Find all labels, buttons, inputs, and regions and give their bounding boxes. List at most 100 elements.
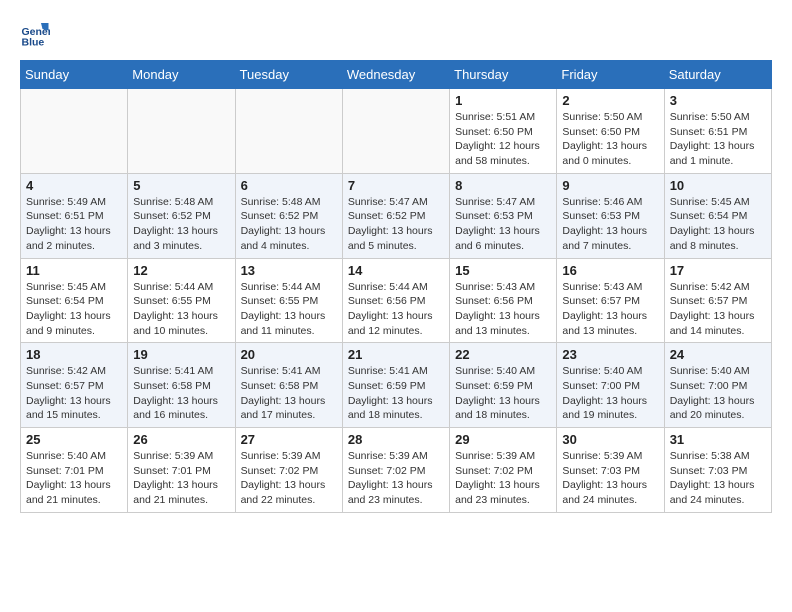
day-number: 4 <box>26 178 122 193</box>
logo-icon: General Blue <box>20 20 50 50</box>
page-header: General Blue <box>20 20 772 50</box>
week-row-2: 11 Sunrise: 5:45 AMSunset: 6:54 PMDayligh… <box>21 258 772 343</box>
header-thursday: Thursday <box>450 61 557 89</box>
day-info: Sunrise: 5:47 AMSunset: 6:52 PMDaylight:… <box>348 195 444 254</box>
day-number: 30 <box>562 432 658 447</box>
calendar-cell: 13Sunrise: 5:44 AMSunset: 6:55 PMDayligh… <box>235 258 342 343</box>
logo: General Blue <box>20 20 54 50</box>
day-number: 6 <box>241 178 337 193</box>
calendar-cell: 12 Sunrise: 5:44 AMSunset: 6:55 PMDayligh… <box>128 258 235 343</box>
calendar-cell: 7 Sunrise: 5:47 AMSunset: 6:52 PMDaylight… <box>342 173 449 258</box>
calendar-cell: 28Sunrise: 5:39 AMSunset: 7:02 PMDayligh… <box>342 428 449 513</box>
day-info: Sunrise: 5:45 AMSunset: 6:54 PMDaylight:… <box>26 280 122 339</box>
calendar-cell: 4 Sunrise: 5:49 AMSunset: 6:51 PMDaylight… <box>21 173 128 258</box>
calendar-cell <box>235 89 342 174</box>
day-number: 15 <box>455 263 551 278</box>
day-info: Sunrise: 5:40 AMSunset: 7:00 PMDaylight:… <box>670 364 766 423</box>
day-info: Sunrise: 5:43 AMSunset: 6:56 PMDaylight:… <box>455 280 551 339</box>
day-number: 1 <box>455 93 551 108</box>
day-info: Sunrise: 5:51 AMSunset: 6:50 PMDaylight:… <box>455 110 551 169</box>
calendar-cell <box>128 89 235 174</box>
day-info: Sunrise: 5:38 AMSunset: 7:03 PMDaylight:… <box>670 449 766 508</box>
calendar-cell: 30 Sunrise: 5:39 AMSunset: 7:03 PMDayligh… <box>557 428 664 513</box>
day-number: 25 <box>26 432 122 447</box>
week-row-4: 25 Sunrise: 5:40 AMSunset: 7:01 PMDayligh… <box>21 428 772 513</box>
day-info: Sunrise: 5:40 AMSunset: 6:59 PMDaylight:… <box>455 364 551 423</box>
day-number: 16 <box>562 263 658 278</box>
calendar-cell: 10 Sunrise: 5:45 AMSunset: 6:54 PMDayligh… <box>664 173 771 258</box>
day-info: Sunrise: 5:41 AMSunset: 6:59 PMDaylight:… <box>348 364 444 423</box>
day-number: 19 <box>133 347 229 362</box>
day-number: 8 <box>455 178 551 193</box>
week-row-3: 18 Sunrise: 5:42 AMSunset: 6:57 PMDayligh… <box>21 343 772 428</box>
header-saturday: Saturday <box>664 61 771 89</box>
day-info: Sunrise: 5:39 AMSunset: 7:03 PMDaylight:… <box>562 449 658 508</box>
calendar-cell <box>21 89 128 174</box>
day-info: Sunrise: 5:44 AMSunset: 6:55 PMDaylight:… <box>133 280 229 339</box>
day-info: Sunrise: 5:45 AMSunset: 6:54 PMDaylight:… <box>670 195 766 254</box>
calendar-cell: 18 Sunrise: 5:42 AMSunset: 6:57 PMDayligh… <box>21 343 128 428</box>
day-info: Sunrise: 5:42 AMSunset: 6:57 PMDaylight:… <box>670 280 766 339</box>
calendar-header-row: SundayMondayTuesdayWednesdayThursdayFrid… <box>21 61 772 89</box>
day-info: Sunrise: 5:43 AMSunset: 6:57 PMDaylight:… <box>562 280 658 339</box>
calendar-cell: 26 Sunrise: 5:39 AMSunset: 7:01 PMDayligh… <box>128 428 235 513</box>
day-info: Sunrise: 5:48 AMSunset: 6:52 PMDaylight:… <box>133 195 229 254</box>
calendar-cell: 17 Sunrise: 5:42 AMSunset: 6:57 PMDayligh… <box>664 258 771 343</box>
day-info: Sunrise: 5:41 AMSunset: 6:58 PMDaylight:… <box>133 364 229 423</box>
day-info: Sunrise: 5:50 AMSunset: 6:50 PMDaylight:… <box>562 110 658 169</box>
day-number: 10 <box>670 178 766 193</box>
calendar-cell: 19 Sunrise: 5:41 AMSunset: 6:58 PMDayligh… <box>128 343 235 428</box>
calendar-cell: 21Sunrise: 5:41 AMSunset: 6:59 PMDayligh… <box>342 343 449 428</box>
day-info: Sunrise: 5:49 AMSunset: 6:51 PMDaylight:… <box>26 195 122 254</box>
day-number: 11 <box>26 263 122 278</box>
day-number: 28 <box>348 432 444 447</box>
day-info: Sunrise: 5:40 AMSunset: 7:00 PMDaylight:… <box>562 364 658 423</box>
calendar-cell <box>342 89 449 174</box>
day-number: 7 <box>348 178 444 193</box>
calendar-cell: 6 Sunrise: 5:48 AMSunset: 6:52 PMDaylight… <box>235 173 342 258</box>
day-info: Sunrise: 5:39 AMSunset: 7:01 PMDaylight:… <box>133 449 229 508</box>
day-number: 27 <box>241 432 337 447</box>
day-info: Sunrise: 5:41 AMSunset: 6:58 PMDaylight:… <box>241 364 337 423</box>
calendar-cell: 1 Sunrise: 5:51 AMSunset: 6:50 PMDaylight… <box>450 89 557 174</box>
day-info: Sunrise: 5:39 AMSunset: 7:02 PMDaylight:… <box>241 449 337 508</box>
day-number: 20 <box>241 347 337 362</box>
day-number: 29 <box>455 432 551 447</box>
calendar-cell: 27 Sunrise: 5:39 AMSunset: 7:02 PMDayligh… <box>235 428 342 513</box>
day-number: 22 <box>455 347 551 362</box>
calendar-cell: 16 Sunrise: 5:43 AMSunset: 6:57 PMDayligh… <box>557 258 664 343</box>
day-info: Sunrise: 5:46 AMSunset: 6:53 PMDaylight:… <box>562 195 658 254</box>
day-number: 13 <box>241 263 337 278</box>
day-number: 12 <box>133 263 229 278</box>
calendar-cell: 5 Sunrise: 5:48 AMSunset: 6:52 PMDaylight… <box>128 173 235 258</box>
calendar-cell: 11 Sunrise: 5:45 AMSunset: 6:54 PMDayligh… <box>21 258 128 343</box>
day-number: 5 <box>133 178 229 193</box>
day-number: 17 <box>670 263 766 278</box>
calendar-cell: 15 Sunrise: 5:43 AMSunset: 6:56 PMDayligh… <box>450 258 557 343</box>
week-row-1: 4 Sunrise: 5:49 AMSunset: 6:51 PMDaylight… <box>21 173 772 258</box>
header-sunday: Sunday <box>21 61 128 89</box>
header-tuesday: Tuesday <box>235 61 342 89</box>
day-info: Sunrise: 5:40 AMSunset: 7:01 PMDaylight:… <box>26 449 122 508</box>
calendar-cell: 3Sunrise: 5:50 AMSunset: 6:51 PMDaylight… <box>664 89 771 174</box>
day-number: 18 <box>26 347 122 362</box>
day-number: 9 <box>562 178 658 193</box>
calendar-cell: 31 Sunrise: 5:38 AMSunset: 7:03 PMDayligh… <box>664 428 771 513</box>
header-friday: Friday <box>557 61 664 89</box>
header-wednesday: Wednesday <box>342 61 449 89</box>
day-info: Sunrise: 5:44 AMSunset: 6:56 PMDaylight:… <box>348 280 444 339</box>
day-number: 31 <box>670 432 766 447</box>
week-row-0: 1 Sunrise: 5:51 AMSunset: 6:50 PMDaylight… <box>21 89 772 174</box>
day-number: 26 <box>133 432 229 447</box>
calendar-cell: 29Sunrise: 5:39 AMSunset: 7:02 PMDayligh… <box>450 428 557 513</box>
calendar-cell: 25 Sunrise: 5:40 AMSunset: 7:01 PMDayligh… <box>21 428 128 513</box>
svg-text:Blue: Blue <box>22 37 45 49</box>
calendar-cell: 22 Sunrise: 5:40 AMSunset: 6:59 PMDayligh… <box>450 343 557 428</box>
day-number: 14 <box>348 263 444 278</box>
calendar-cell: 23Sunrise: 5:40 AMSunset: 7:00 PMDayligh… <box>557 343 664 428</box>
header-monday: Monday <box>128 61 235 89</box>
day-info: Sunrise: 5:42 AMSunset: 6:57 PMDaylight:… <box>26 364 122 423</box>
day-number: 3 <box>670 93 766 108</box>
calendar-table: SundayMondayTuesdayWednesdayThursdayFrid… <box>20 60 772 513</box>
day-info: Sunrise: 5:48 AMSunset: 6:52 PMDaylight:… <box>241 195 337 254</box>
